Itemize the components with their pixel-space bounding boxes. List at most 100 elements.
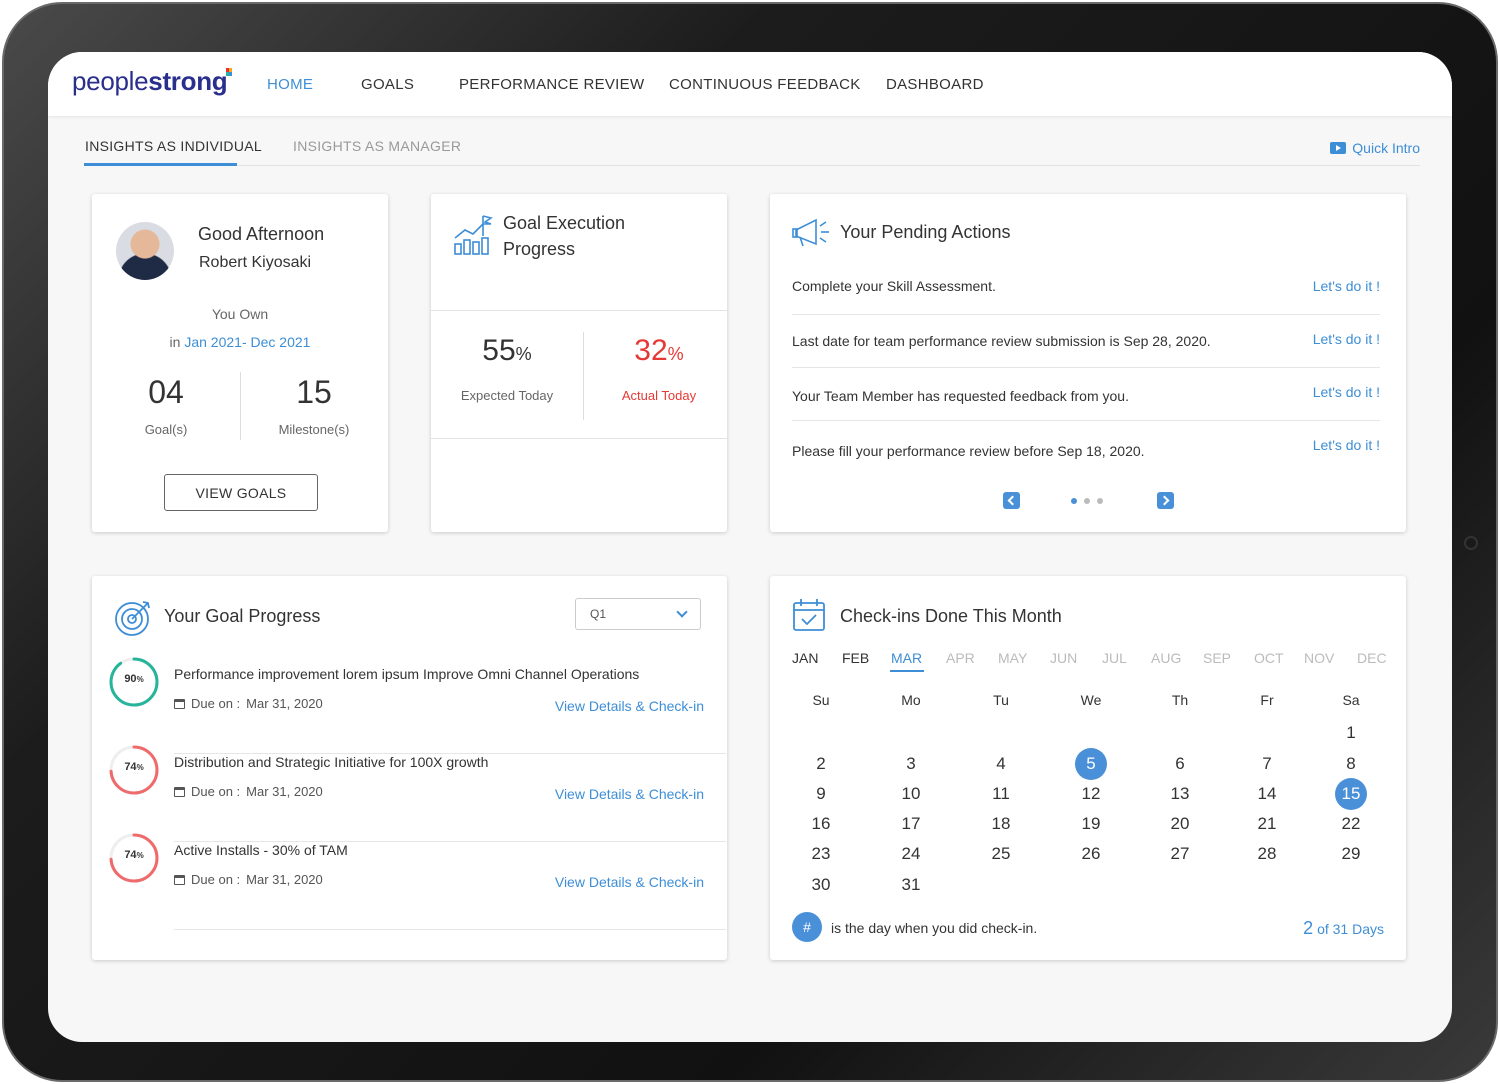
milestones-count: 15 — [296, 374, 332, 410]
month-aug[interactable]: AUG — [1151, 650, 1181, 666]
calendar-day[interactable]: 9 — [805, 778, 837, 810]
calendar-day[interactable]: 26 — [1075, 838, 1107, 870]
calendar-day[interactable]: 18 — [985, 808, 1017, 840]
play-video-icon — [1330, 142, 1347, 154]
you-own-label: You Own — [211, 306, 269, 322]
tablet-camera — [1464, 536, 1478, 550]
month-jul[interactable]: JUL — [1102, 650, 1127, 666]
pending-action-text: Please fill your performance review befo… — [792, 443, 1145, 459]
lets-do-it-link[interactable]: Let's do it ! — [1313, 331, 1380, 347]
milestones-label: Milestone(s) — [278, 422, 350, 437]
calendar-day[interactable]: 15 — [1335, 778, 1367, 810]
month-jan[interactable]: JAN — [792, 650, 818, 666]
month-may[interactable]: MAY — [998, 650, 1027, 666]
pending-action-text: Your Team Member has requested feedback … — [792, 388, 1129, 404]
logo-mark-icon — [226, 68, 232, 76]
month-feb[interactable]: FEB — [842, 650, 869, 666]
brand-logo[interactable]: peoplestrong — [72, 66, 228, 97]
nav-home[interactable]: HOME — [267, 76, 313, 93]
nav-continuous-feedback[interactable]: CONTINUOUS FEEDBACK — [669, 76, 861, 93]
tab-insights-individual[interactable]: INSIGHTS AS INDIVIDUAL — [85, 138, 262, 154]
quarter-select[interactable]: Q1 — [575, 598, 701, 630]
calendar-day[interactable]: 17 — [895, 808, 927, 840]
view-goals-button[interactable]: VIEW GOALS — [164, 474, 318, 511]
divider — [431, 438, 727, 439]
month-sep[interactable]: SEP — [1203, 650, 1231, 666]
calendar-day[interactable]: 25 — [985, 838, 1017, 870]
month-nov[interactable]: NOV — [1304, 650, 1334, 666]
weekday-tu: Tu — [993, 692, 1009, 708]
month-jun[interactable]: JUN — [1050, 650, 1077, 666]
pending-actions-card: Your Pending Actions Complete your Skill… — [770, 194, 1406, 532]
lets-do-it-link[interactable]: Let's do it ! — [1313, 384, 1380, 400]
lets-do-it-link[interactable]: Let's do it ! — [1313, 278, 1380, 294]
month-dec[interactable]: DEC — [1357, 650, 1387, 666]
goals-count: 04 — [148, 374, 184, 410]
calendar-icon — [174, 786, 185, 797]
calendar-day[interactable]: 29 — [1335, 838, 1367, 870]
pager-dot-3[interactable] — [1097, 498, 1103, 504]
calendar-day[interactable]: 24 — [895, 838, 927, 870]
goal-due-date: Due on : Mar 31, 2020 — [174, 872, 323, 887]
greeting-text: Good Afternoon — [198, 224, 325, 244]
calendar-day[interactable]: 2 — [805, 748, 837, 780]
goal-progress-ring: 74% — [108, 744, 160, 796]
calendar-day[interactable]: 10 — [895, 778, 927, 810]
goal-execution-card: Goal Execution Progress 55% Expected Tod… — [431, 194, 727, 532]
calendar-day[interactable]: 3 — [895, 748, 927, 780]
month-apr[interactable]: APR — [946, 650, 975, 666]
quarter-value: Q1 — [590, 607, 607, 621]
calendar-day[interactable]: 5 — [1075, 748, 1107, 780]
calendar-day[interactable]: 12 — [1075, 778, 1107, 810]
chevron-down-icon — [676, 606, 688, 618]
goal-item: 74% Distribution and Strategic Initiativ… — [109, 745, 726, 842]
pending-action-item: Complete your Skill Assessment. Let's do… — [792, 262, 1380, 315]
pager-dot-2[interactable] — [1084, 498, 1090, 504]
calendar-day[interactable]: 6 — [1164, 748, 1196, 780]
actual-percent: 32% — [634, 334, 684, 367]
pager-dot-1[interactable] — [1071, 498, 1077, 504]
calendar-day[interactable]: 1 — [1335, 717, 1367, 749]
calendar-day[interactable]: 21 — [1251, 808, 1283, 840]
checkin-days-count: 2 of 31 Days — [1303, 918, 1384, 938]
calendar-day[interactable]: 19 — [1075, 808, 1107, 840]
chevron-right-icon[interactable] — [1157, 492, 1174, 509]
calendar-day[interactable]: 16 — [805, 808, 837, 840]
goal-title: Active Installs - 30% of TAM — [174, 842, 348, 858]
calendar-day[interactable]: 23 — [805, 838, 837, 870]
goals-label: Goal(s) — [144, 422, 188, 437]
calendar-day[interactable]: 27 — [1164, 838, 1196, 870]
calendar-day[interactable]: 28 — [1251, 838, 1283, 870]
calendar-day[interactable]: 4 — [985, 748, 1017, 780]
lets-do-it-link[interactable]: Let's do it ! — [1313, 437, 1380, 453]
view-details-checkin-link[interactable]: View Details & Check-in — [555, 698, 704, 714]
goal-item: 90% Performance improvement lorem ipsum … — [109, 657, 726, 754]
calendar-day[interactable]: 20 — [1164, 808, 1196, 840]
tab-insights-manager[interactable]: INSIGHTS AS MANAGER — [293, 138, 461, 154]
target-icon — [115, 601, 150, 636]
calendar-day[interactable]: 22 — [1335, 808, 1367, 840]
quick-intro-link[interactable]: Quick Intro — [1330, 140, 1420, 156]
checkin-legend-text: is the day when you did check-in. — [831, 920, 1038, 936]
nav-goals[interactable]: GOALS — [361, 76, 414, 93]
pending-action-text: Last date for team performance review su… — [792, 333, 1211, 349]
month-mar[interactable]: MAR — [891, 650, 922, 666]
calendar-day[interactable]: 30 — [805, 869, 837, 901]
weekday-mo: Mo — [901, 692, 921, 708]
calendar-day[interactable]: 14 — [1251, 778, 1283, 810]
month-oct[interactable]: OCT — [1254, 650, 1284, 666]
checkin-legend-marker: # — [792, 912, 822, 942]
calendar-icon — [174, 874, 185, 885]
view-details-checkin-link[interactable]: View Details & Check-in — [555, 786, 704, 802]
nav-performance-review[interactable]: PERFORMANCE REVIEW — [459, 76, 644, 93]
calendar-day[interactable]: 13 — [1164, 778, 1196, 810]
chevron-left-icon[interactable] — [1003, 492, 1020, 509]
view-details-checkin-link[interactable]: View Details & Check-in — [555, 874, 704, 890]
weekday-we: We — [1080, 692, 1102, 708]
calendar-day[interactable]: 11 — [985, 778, 1017, 810]
goal-item: 74% Active Installs - 30% of TAM Due on … — [109, 833, 726, 930]
nav-dashboard[interactable]: DASHBOARD — [886, 76, 984, 93]
calendar-day[interactable]: 7 — [1251, 748, 1283, 780]
calendar-day[interactable]: 8 — [1335, 748, 1367, 780]
calendar-day[interactable]: 31 — [895, 869, 927, 901]
